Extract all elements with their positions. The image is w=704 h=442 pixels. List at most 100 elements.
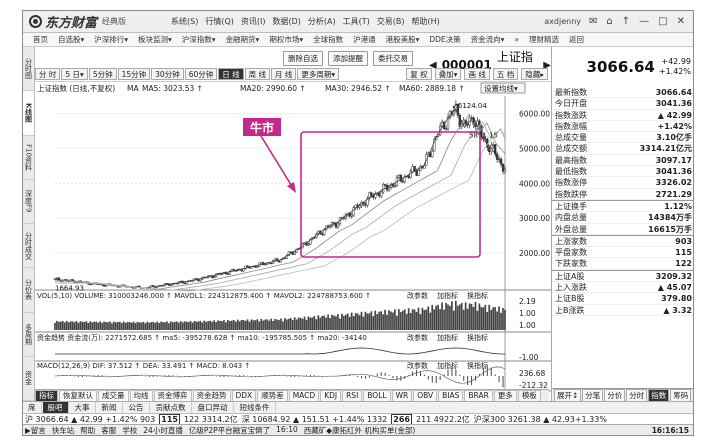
period-tab[interactable]: 60分钟 bbox=[184, 68, 218, 80]
nav-item[interactable]: 自选股▾ bbox=[58, 34, 84, 45]
indicator-tab[interactable]: BIAS bbox=[438, 389, 464, 402]
kline-chart[interactable]: 上证指数 (日线,不复权) MA MA5: 3023.53 ↑ MA20: 29… bbox=[35, 82, 551, 404]
status-item[interactable]: 客服 bbox=[101, 425, 116, 435]
quote-tab[interactable]: 分笔 bbox=[582, 388, 604, 402]
window-control-icon[interactable]: — bbox=[639, 16, 649, 27]
nav-item[interactable]: 资金流向▾ bbox=[471, 34, 505, 45]
quote-tab[interactable]: 分价 bbox=[604, 388, 626, 402]
indicator-tab[interactable]: 均线 bbox=[129, 389, 153, 402]
chart-tool-button[interactable]: 叠加▾ bbox=[434, 68, 462, 80]
menu-item[interactable]: 资讯(I) bbox=[241, 16, 266, 27]
bottom-tab[interactable]: 短线条件 bbox=[235, 402, 276, 413]
indicator-tab[interactable]: 资金趋势 bbox=[192, 389, 231, 402]
quote-tab[interactable]: 展开↕ bbox=[554, 388, 582, 402]
period-tab[interactable]: 5分钟 bbox=[88, 68, 117, 80]
nav-item[interactable]: 沪深排行▾ bbox=[94, 34, 128, 45]
indicator-tab[interactable]: BOLL bbox=[363, 389, 391, 402]
macd-pane[interactable]: MACD(12,26,9) DIF: 37.512 ↑ DEA: 33.491 … bbox=[37, 361, 548, 390]
nav-item[interactable]: 沪港通 bbox=[353, 34, 376, 45]
status-item[interactable]: 西藏矿◆康拓红外 机构买单(金部) bbox=[304, 425, 416, 435]
side-tab[interactable]: 多周期 bbox=[23, 313, 34, 357]
nav-item[interactable]: 返回 bbox=[569, 34, 584, 45]
nav-item[interactable]: » bbox=[514, 35, 519, 44]
indicator-tab[interactable]: MACD bbox=[288, 389, 320, 402]
nav-item[interactable]: 期权市场▾ bbox=[269, 34, 303, 45]
indicator-tab[interactable]: 指标 bbox=[35, 389, 58, 402]
side-tab[interactable]: K线图 bbox=[23, 91, 34, 136]
menu-item[interactable]: 工具(T) bbox=[343, 16, 370, 27]
indicator-tab[interactable]: 恢复默认 bbox=[59, 389, 97, 402]
indicator-tab[interactable]: 顺势差 bbox=[257, 389, 288, 402]
chart-area[interactable]: 上证指数 (日线,不复权) MA MA5: 3023.53 ↑ MA20: 29… bbox=[35, 81, 551, 403]
status-item[interactable]: 学校 bbox=[122, 425, 137, 435]
indicator-tab[interactable]: KDJ bbox=[320, 389, 342, 402]
bottom-tab[interactable]: 贡献点数 bbox=[151, 402, 192, 413]
side-tab[interactable]: 资金 bbox=[23, 357, 34, 401]
volume-pane[interactable]: VOL(5,10) VOLUME: 310003246.000 ↑ MAVOL1… bbox=[35, 291, 551, 333]
period-tab[interactable]: 30分钟 bbox=[151, 68, 184, 80]
nav-item[interactable]: DDE决策 bbox=[429, 34, 460, 45]
status-item[interactable]: 16:10 bbox=[276, 425, 298, 435]
window-control-icon[interactable]: ✕ bbox=[677, 16, 685, 27]
period-tab[interactable]: 5 日▾ bbox=[61, 68, 88, 80]
indicator-tab[interactable]: BRAR bbox=[464, 389, 493, 402]
period-tab[interactable]: 月 线 bbox=[271, 68, 297, 80]
quote-tab[interactable]: 筹码 bbox=[670, 388, 692, 402]
period-tab[interactable]: 更多周期▾ bbox=[297, 68, 340, 80]
indicator-tab[interactable]: 模板 bbox=[517, 389, 541, 402]
indicator-tab[interactable]: 成交量 bbox=[98, 389, 129, 402]
status-item[interactable]: 帮助 bbox=[80, 425, 95, 435]
indicator-tab[interactable]: RSI bbox=[342, 389, 363, 402]
user-name[interactable]: axdjenny bbox=[544, 17, 589, 26]
chart-tool-button[interactable]: 隐藏▸ bbox=[521, 68, 548, 80]
menu-item[interactable]: 分析(A) bbox=[308, 16, 336, 27]
toolbar-button[interactable]: 委托交易 bbox=[373, 51, 413, 66]
side-tab[interactable]: 深度F9 bbox=[23, 180, 34, 224]
quote-tab[interactable]: 分时 bbox=[626, 388, 648, 402]
window-control-icon[interactable]: ⌂ bbox=[606, 16, 612, 27]
menu-item[interactable]: 交易(B) bbox=[377, 16, 405, 27]
side-tab[interactable]: 分价表 bbox=[23, 268, 34, 313]
nav-item[interactable]: 金融期货▾ bbox=[226, 34, 260, 45]
bottom-tab[interactable]: 新闻 bbox=[97, 402, 123, 413]
toolbar-button[interactable]: 删除自选 bbox=[283, 51, 323, 66]
indicator-tab[interactable]: WR bbox=[391, 389, 413, 402]
nav-item[interactable]: 首页 bbox=[33, 34, 48, 45]
side-tab[interactable]: 分时成交 bbox=[23, 224, 34, 269]
nav-item[interactable]: 板块监测▾ bbox=[138, 34, 172, 45]
window-control-icon[interactable]: ↑ bbox=[622, 16, 630, 27]
nav-item[interactable]: 理财精选 bbox=[529, 34, 559, 45]
period-tab[interactable]: 日 线 bbox=[218, 68, 244, 80]
indicator-tab[interactable]: 资金博弈 bbox=[153, 389, 192, 402]
indicator-tab[interactable]: OBV bbox=[413, 389, 438, 402]
bottom-tab[interactable]: 股吧 bbox=[42, 402, 69, 413]
menu-item[interactable]: 行情(Q) bbox=[205, 16, 234, 27]
indicator-tab[interactable]: DDX bbox=[231, 389, 257, 402]
status-item[interactable]: 24小时直播 bbox=[143, 425, 183, 435]
fund-pane[interactable]: 资金趋势 资金流(万): 2271572.685 ↑ ma5: -395278.… bbox=[35, 333, 551, 362]
chart-tool-button[interactable]: 五 档 bbox=[492, 68, 519, 80]
bottom-tab[interactable]: 盘口异动 bbox=[193, 402, 234, 413]
nav-item[interactable]: 港股美股▾ bbox=[386, 34, 420, 45]
bottom-tab[interactable]: 大事 bbox=[70, 402, 96, 413]
quote-tab[interactable]: 指数 bbox=[648, 388, 670, 402]
period-tab[interactable]: 分 时 bbox=[35, 68, 61, 80]
status-item[interactable]: 亿级P2P平台融宜宝倒了 bbox=[189, 425, 270, 435]
period-tab[interactable]: 周 线 bbox=[244, 68, 271, 80]
nav-item[interactable]: 全球指数 bbox=[313, 34, 343, 45]
nav-item[interactable]: 沪深指数▾ bbox=[182, 34, 216, 45]
status-item[interactable]: 快车站 bbox=[52, 425, 75, 435]
chart-tool-button[interactable]: 复 权 bbox=[406, 68, 432, 80]
indicator-tab[interactable]: 更多 bbox=[493, 389, 517, 402]
toolbar-button[interactable]: 添加提醒 bbox=[328, 51, 368, 66]
menu-item[interactable]: 帮助(H) bbox=[411, 16, 439, 27]
status-item[interactable]: ▶留言 bbox=[25, 425, 46, 435]
window-control-icon[interactable]: □ bbox=[658, 16, 667, 27]
period-tab[interactable]: 15分钟 bbox=[117, 68, 151, 80]
side-tab[interactable]: 分时图 bbox=[23, 47, 34, 92]
menu-item[interactable]: 数据(D) bbox=[272, 16, 300, 27]
chart-tool-button[interactable]: 画 线 bbox=[464, 68, 490, 80]
side-tab[interactable]: F10资料 bbox=[23, 136, 34, 180]
bottom-tab[interactable]: 席 bbox=[23, 402, 42, 413]
menu-item[interactable]: 系统(S) bbox=[171, 16, 198, 27]
